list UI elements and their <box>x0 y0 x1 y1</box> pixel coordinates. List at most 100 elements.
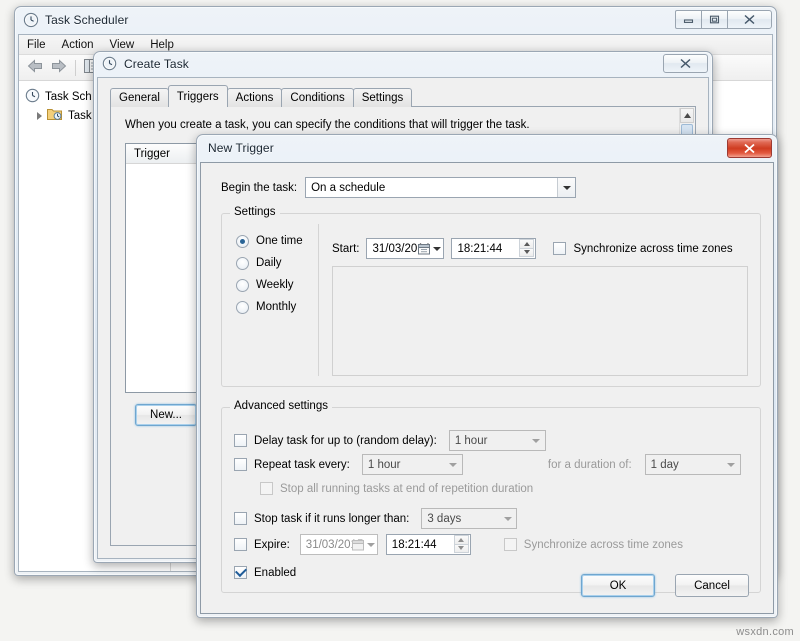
task-scheduler-title: Task Scheduler <box>45 13 129 27</box>
create-task-title: Create Task <box>124 57 189 71</box>
radio-weekly[interactable]: Weekly <box>236 274 303 296</box>
screen: Task Scheduler File Action View Help Tas… <box>0 0 800 641</box>
checkbox-indicator <box>234 538 247 551</box>
create-task-tabs: General Triggers Actions Conditions Sett… <box>110 85 696 107</box>
menu-help[interactable]: Help <box>150 39 174 51</box>
spinner-down-icon[interactable] <box>453 543 469 553</box>
forward-arrow-icon[interactable] <box>49 58 68 77</box>
time-spinner[interactable] <box>519 239 535 257</box>
chevron-down-icon[interactable] <box>723 455 740 474</box>
tree-item-label: Task <box>68 109 92 122</box>
repeat-duration-combobox[interactable]: 1 day <box>644 454 741 475</box>
radio-monthly[interactable]: Monthly <box>236 296 303 318</box>
begin-task-combobox[interactable]: On a schedule <box>305 177 577 198</box>
chevron-right-icon[interactable] <box>37 111 42 120</box>
delay-task-label: Delay task for up to (random delay): <box>254 434 437 447</box>
radio-indicator <box>236 300 249 314</box>
sync-timezones-label: Synchronize across time zones <box>573 242 733 255</box>
new-trigger-button[interactable]: New... <box>135 404 197 426</box>
radio-one-time[interactable]: One time <box>236 230 303 252</box>
begin-task-row: Begin the task: On a schedule <box>221 177 577 198</box>
start-row: Start: 31/03/2014 18:21:44 Synchronize a… <box>332 238 733 259</box>
menu-view[interactable]: View <box>110 39 135 51</box>
new-trigger-body: Begin the task: On a schedule Settings O… <box>200 162 774 614</box>
time-spinner[interactable] <box>453 535 469 553</box>
watermark: wsxdn.com <box>736 626 794 638</box>
checkbox-indicator <box>234 458 247 471</box>
radio-indicator <box>236 256 249 270</box>
delay-task-checkbox[interactable]: Delay task for up to (random delay): <box>234 434 437 447</box>
stop-longer-row: Stop task if it runs longer than: 3 days <box>234 508 518 529</box>
radio-indicator <box>236 234 249 248</box>
chevron-down-icon[interactable] <box>499 509 516 528</box>
folder-clock-icon <box>47 107 63 124</box>
checkbox-indicator <box>260 482 273 495</box>
enabled-label: Enabled <box>254 566 297 579</box>
chevron-down-icon[interactable] <box>557 178 576 197</box>
stop-longer-combobox[interactable]: 3 days <box>421 508 518 529</box>
stop-longer-label: Stop task if it runs longer than: <box>254 512 410 525</box>
scroll-up-arrow-icon[interactable] <box>680 108 694 123</box>
menu-file[interactable]: File <box>27 39 46 51</box>
repeat-interval-combobox[interactable]: 1 hour <box>361 454 463 475</box>
spinner-down-icon[interactable] <box>519 247 535 257</box>
date-picker-control[interactable] <box>411 241 442 256</box>
expire-label: Expire: <box>254 538 290 551</box>
close-button[interactable] <box>727 138 772 158</box>
start-date-field[interactable]: 31/03/2014 <box>366 238 445 259</box>
sync-timezones-start-checkbox[interactable]: Synchronize across time zones <box>553 242 733 255</box>
ok-button[interactable]: OK <box>581 574 655 597</box>
radio-label: Weekly <box>256 279 294 291</box>
minimize-button[interactable] <box>675 10 702 29</box>
new-trigger-dialog: New Trigger Begin the task: On a schedul… <box>196 134 778 618</box>
expire-date-field[interactable]: 31/03/2015 <box>299 534 378 555</box>
start-time-field[interactable]: 18:21:44 <box>451 238 537 259</box>
maximize-button[interactable] <box>701 10 728 29</box>
advanced-settings-group: Advanced settings Delay task for up to (… <box>221 400 761 593</box>
radio-indicator <box>236 278 249 292</box>
repeat-task-row: Repeat task every: 1 hour for a duration… <box>234 454 741 475</box>
checkbox-indicator <box>234 434 247 447</box>
tab-actions[interactable]: Actions <box>226 88 283 107</box>
enabled-checkbox[interactable]: Enabled <box>234 566 296 579</box>
expire-time-field[interactable]: 18:21:44 <box>385 534 471 555</box>
new-trigger-titlebar[interactable]: New Trigger <box>196 134 778 162</box>
clock-icon <box>23 12 39 28</box>
create-task-titlebar[interactable]: Create Task <box>93 51 713 77</box>
back-arrow-icon[interactable] <box>26 58 45 77</box>
checkbox-indicator <box>234 566 247 579</box>
date-picker-control[interactable] <box>345 537 375 552</box>
calendar-icon <box>351 539 364 550</box>
tab-general[interactable]: General <box>110 88 169 107</box>
chevron-down-icon[interactable] <box>445 455 462 474</box>
repeat-duration-value: 1 day <box>650 458 679 471</box>
close-button[interactable] <box>663 54 708 73</box>
calendar-icon <box>418 243 431 254</box>
checkbox-indicator <box>553 242 567 255</box>
radio-daily[interactable]: Daily <box>236 252 303 274</box>
close-button[interactable] <box>727 10 772 29</box>
tab-conditions[interactable]: Conditions <box>281 88 354 107</box>
chevron-down-icon[interactable] <box>528 431 545 450</box>
task-scheduler-titlebar[interactable]: Task Scheduler <box>14 6 777 34</box>
start-label: Start: <box>332 242 360 255</box>
radio-label: One time <box>256 235 303 247</box>
create-task-caption-buttons <box>663 54 708 73</box>
stop-repetition-label: Stop all running tasks at end of repetit… <box>280 482 534 495</box>
radio-label: Monthly <box>256 301 297 313</box>
settings-divider <box>318 224 319 376</box>
stop-longer-checkbox[interactable]: Stop task if it runs longer than: <box>234 512 409 525</box>
delay-task-combobox[interactable]: 1 hour <box>448 430 546 451</box>
menu-action[interactable]: Action <box>62 39 94 51</box>
expire-checkbox[interactable]: Expire: <box>234 538 290 551</box>
new-trigger-caption-buttons <box>727 138 772 158</box>
cancel-button[interactable]: Cancel <box>675 574 749 597</box>
chevron-down-icon[interactable] <box>433 246 442 251</box>
sync-timezones-expire-checkbox: Synchronize across time zones <box>503 538 683 551</box>
tab-settings[interactable]: Settings <box>352 88 413 107</box>
start-time-value: 18:21:44 <box>457 242 503 255</box>
repeat-task-checkbox[interactable]: Repeat task every: <box>234 458 350 471</box>
chevron-down-icon[interactable] <box>366 542 375 547</box>
tab-triggers[interactable]: Triggers <box>167 85 228 107</box>
checkbox-indicator <box>234 512 247 525</box>
